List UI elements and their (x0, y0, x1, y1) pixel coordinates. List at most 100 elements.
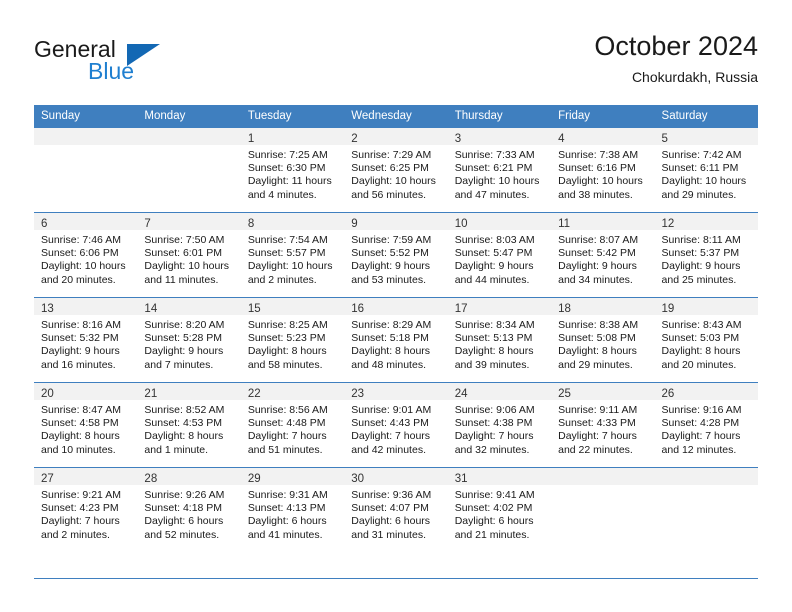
day-cell-body: 24 Sunrise: 9:06 AM Sunset: 4:38 PM Dayligh… (447, 382, 552, 467)
calendar-day-cell[interactable]: 11 Sunrise: 8:07 AM Sunset: 5:42 PM Dayligh… (551, 212, 655, 297)
day-number: 30 (351, 473, 365, 485)
calendar-day-cell[interactable]: 30 Sunrise: 9:36 AM Sunset: 4:07 PM Dayligh… (344, 467, 448, 552)
daylight-text-line1: Daylight: 9 hours (454, 260, 534, 273)
day-number-bar (551, 468, 655, 485)
calendar-day-cell[interactable]: 17 Sunrise: 8:34 AM Sunset: 5:13 PM Dayligh… (447, 297, 552, 382)
calendar-day-cell[interactable]: 26 Sunrise: 9:16 AM Sunset: 4:28 PM Dayligh… (654, 382, 758, 467)
daylight-text-line1: Daylight: 10 hours (247, 260, 333, 273)
sunrise-text: Sunrise: 7:25 AM (247, 149, 328, 161)
calendar-day-cell[interactable]: 25 Sunrise: 9:11 AM Sunset: 4:33 PM Dayligh… (551, 382, 655, 467)
sunset-text: Sunset: 5:57 PM (247, 247, 326, 260)
day-info: Sunrise: 8:56 AM Sunset: 4:48 PM Daylight:… (241, 400, 344, 457)
daylight-text-line2: and 16 minutes. (41, 358, 116, 371)
calendar-day-cell[interactable]: 16 Sunrise: 8:29 AM Sunset: 5:18 PM Dayligh… (344, 297, 448, 382)
logo-text-blue: Blue (88, 58, 135, 84)
calendar-header-row: Sunday Monday Tuesday Wednesday Thursday… (34, 105, 758, 127)
calendar-day-cell[interactable]: 4 Sunrise: 7:38 AM Sunset: 6:16 PM Daylight… (551, 127, 655, 212)
calendar-empty-cell (551, 467, 655, 552)
calendar-day-cell[interactable]: 7 Sunrise: 7:50 AM Sunset: 6:01 PM Daylight… (137, 212, 241, 297)
daylight-text-line2: and 39 minutes. (454, 358, 530, 371)
day-number: 7 (144, 218, 151, 230)
day-info: Sunrise: 7:54 AM Sunset: 5:57 PM Daylight:… (241, 230, 344, 287)
calendar-day-cell[interactable]: 29 Sunrise: 9:31 AM Sunset: 4:13 PM Dayligh… (240, 467, 345, 552)
calendar-day-cell[interactable]: 15 Sunrise: 8:25 AM Sunset: 5:23 PM Dayligh… (240, 297, 345, 382)
daylight-text-line1: Daylight: 7 hours (351, 430, 431, 443)
day-number-bar: 10 (447, 213, 552, 230)
day-number-bar: 23 (344, 383, 448, 400)
sunrise-text: Sunrise: 9:26 AM (144, 489, 225, 501)
daylight-text-line1: Daylight: 8 hours (144, 430, 224, 443)
day-number: 10 (454, 218, 468, 230)
day-info: Sunrise: 8:52 AM Sunset: 4:53 PM Daylight:… (137, 400, 240, 457)
calendar-day-cell[interactable]: 18 Sunrise: 8:38 AM Sunset: 5:08 PM Dayligh… (551, 297, 655, 382)
day-number-bar: 13 (34, 298, 138, 315)
calendar-day-cell[interactable]: 8 Sunrise: 7:54 AM Sunset: 5:57 PM Daylight… (240, 212, 345, 297)
day-number: 22 (247, 388, 261, 400)
calendar-day-cell[interactable]: 20 Sunrise: 8:47 AM Sunset: 4:58 PM Dayligh… (34, 382, 138, 467)
calendar-day-cell[interactable]: 27 Sunrise: 9:21 AM Sunset: 4:23 PM Dayligh… (34, 467, 138, 552)
calendar-day-cell[interactable]: 23 Sunrise: 9:01 AM Sunset: 4:43 PM Dayligh… (344, 382, 448, 467)
day-cell-body: 27 Sunrise: 9:21 AM Sunset: 4:23 PM Dayligh… (34, 467, 138, 552)
calendar-day-cell[interactable]: 14 Sunrise: 8:20 AM Sunset: 5:28 PM Dayligh… (137, 297, 241, 382)
day-number: 4 (558, 133, 565, 145)
day-info: Sunrise: 7:38 AM Sunset: 6:16 PM Daylight:… (551, 145, 654, 202)
daylight-text-line1: Daylight: 6 hours (351, 515, 431, 528)
sunset-text: Sunset: 6:06 PM (41, 247, 119, 260)
sunrise-text: Sunrise: 8:20 AM (144, 319, 225, 331)
day-number-bar: 20 (34, 383, 138, 400)
calendar-day-cell[interactable]: 24 Sunrise: 9:06 AM Sunset: 4:38 PM Dayligh… (447, 382, 552, 467)
day-info: Sunrise: 8:47 AM Sunset: 4:58 PM Daylight:… (34, 400, 137, 457)
daylight-text-line1: Daylight: 8 hours (247, 345, 327, 358)
daylight-text-line1: Daylight: 9 hours (351, 260, 431, 273)
day-cell-body: 5 Sunrise: 7:42 AM Sunset: 6:11 PM Daylight… (654, 127, 758, 212)
daylight-text-line1: Daylight: 10 hours (351, 175, 436, 188)
sunset-text: Sunset: 5:28 PM (144, 332, 223, 345)
daylight-text-line2: and 7 minutes. (144, 358, 214, 371)
calendar-day-cell[interactable]: 3 Sunrise: 7:33 AM Sunset: 6:21 PM Daylight… (447, 127, 552, 212)
calendar-day-cell[interactable]: 28 Sunrise: 9:26 AM Sunset: 4:18 PM Dayligh… (137, 467, 241, 552)
daylight-text-line2: and 42 minutes. (351, 443, 426, 456)
day-cell-body (654, 467, 758, 552)
day-cell-body: 19 Sunrise: 8:43 AM Sunset: 5:03 PM Dayligh… (654, 297, 758, 382)
day-number-bar (137, 128, 241, 145)
day-number-bar (34, 128, 138, 145)
daylight-text-line2: and 51 minutes. (247, 443, 323, 456)
calendar-day-cell[interactable]: 19 Sunrise: 8:43 AM Sunset: 5:03 PM Dayligh… (654, 297, 758, 382)
calendar-empty-cell (654, 467, 758, 552)
sunrise-text: Sunrise: 7:42 AM (661, 149, 742, 161)
calendar-day-cell[interactable]: 5 Sunrise: 7:42 AM Sunset: 6:11 PM Daylight… (654, 127, 758, 212)
day-info: Sunrise: 7:25 AM Sunset: 6:30 PM Daylight:… (241, 145, 344, 202)
sunrise-text: Sunrise: 8:43 AM (661, 319, 742, 331)
day-number-bar: 1 (240, 128, 345, 145)
calendar-day-cell[interactable]: 12 Sunrise: 8:11 AM Sunset: 5:37 PM Dayligh… (654, 212, 758, 297)
calendar-day-cell[interactable]: 13 Sunrise: 8:16 AM Sunset: 5:32 PM Dayligh… (34, 297, 138, 382)
calendar-body: 1 Sunrise: 7:25 AM Sunset: 6:30 PM Daylight… (34, 127, 758, 552)
general-blue-logo[interactable]: General Blue (34, 36, 234, 88)
calendar-week-row: 1 Sunrise: 7:25 AM Sunset: 6:30 PM Daylight… (34, 127, 758, 212)
calendar-day-cell[interactable]: 31 Sunrise: 9:41 AM Sunset: 4:02 PM Dayligh… (447, 467, 552, 552)
calendar-day-cell[interactable]: 10 Sunrise: 8:03 AM Sunset: 5:47 PM Dayligh… (447, 212, 552, 297)
day-number-bar: 12 (654, 213, 758, 230)
sunrise-text: Sunrise: 8:52 AM (144, 404, 225, 416)
day-cell-body: 17 Sunrise: 8:34 AM Sunset: 5:13 PM Dayligh… (447, 297, 552, 382)
sunrise-text: Sunrise: 8:29 AM (351, 319, 432, 331)
day-cell-body: 2 Sunrise: 7:29 AM Sunset: 6:25 PM Daylight… (344, 127, 448, 212)
calendar-day-cell[interactable]: 22 Sunrise: 8:56 AM Sunset: 4:48 PM Dayligh… (240, 382, 345, 467)
calendar-day-cell[interactable]: 2 Sunrise: 7:29 AM Sunset: 6:25 PM Daylight… (344, 127, 448, 212)
day-info: Sunrise: 7:29 AM Sunset: 6:25 PM Daylight:… (344, 145, 447, 202)
sunset-text: Sunset: 4:23 PM (41, 502, 119, 515)
day-cell-body: 13 Sunrise: 8:16 AM Sunset: 5:32 PM Dayligh… (34, 297, 138, 382)
day-number: 6 (41, 218, 48, 230)
calendar-day-cell[interactable]: 6 Sunrise: 7:46 AM Sunset: 6:06 PM Daylight… (34, 212, 138, 297)
day-info: Sunrise: 8:03 AM Sunset: 5:47 PM Daylight:… (448, 230, 551, 287)
calendar-day-cell[interactable]: 1 Sunrise: 7:25 AM Sunset: 6:30 PM Daylight… (240, 127, 345, 212)
daylight-text-line2: and 31 minutes. (351, 528, 426, 541)
day-cell-body: 11 Sunrise: 8:07 AM Sunset: 5:42 PM Dayligh… (551, 212, 655, 297)
day-number-bar: 2 (344, 128, 448, 145)
day-cell-body: 30 Sunrise: 9:36 AM Sunset: 4:07 PM Dayligh… (344, 467, 448, 552)
calendar-day-cell[interactable]: 21 Sunrise: 8:52 AM Sunset: 4:53 PM Dayligh… (137, 382, 241, 467)
page-title: October 2024 (594, 31, 758, 61)
sunrise-text: Sunrise: 7:59 AM (351, 234, 432, 246)
calendar-day-cell[interactable]: 9 Sunrise: 7:59 AM Sunset: 5:52 PM Daylight… (344, 212, 448, 297)
calendar-week-row: 20 Sunrise: 8:47 AM Sunset: 4:58 PM Dayligh… (34, 382, 758, 467)
